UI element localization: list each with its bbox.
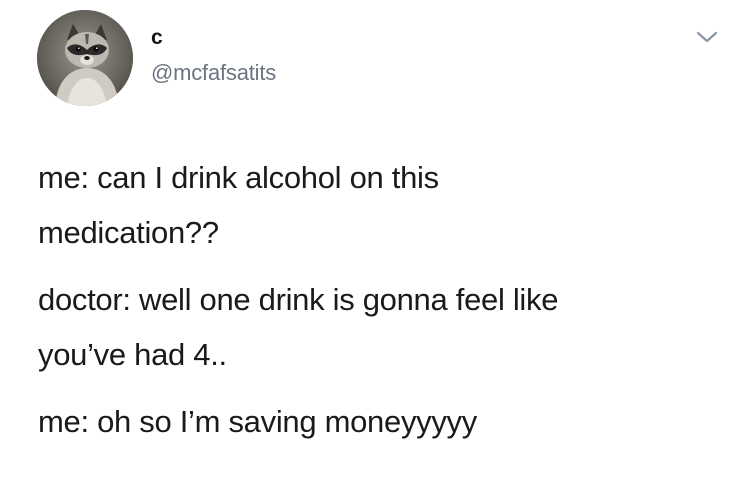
user-handle[interactable]: @mcfafsatits xyxy=(151,60,276,86)
tweet-line: medication?? xyxy=(38,215,219,250)
tweet-paragraph: me: oh so I’m saving moneyyyyy xyxy=(38,394,728,449)
tweet-paragraph: me: can I drink alcohol on this medicati… xyxy=(38,150,728,260)
chevron-down-icon[interactable] xyxy=(693,26,721,48)
tweet-paragraph: doctor: well one drink is gonna feel lik… xyxy=(38,272,728,382)
tweet-card: c @mcfafsatits me: can I drink alcohol o… xyxy=(0,0,750,496)
raccoon-avatar-icon xyxy=(37,10,133,106)
display-name[interactable]: c xyxy=(151,26,163,50)
tweet-line: me: can I drink alcohol on this xyxy=(38,160,439,195)
tweet-text: me: can I drink alcohol on this medicati… xyxy=(38,150,728,449)
tweet-line: me: oh so I’m saving moneyyyyy xyxy=(38,404,477,439)
avatar[interactable] xyxy=(37,10,133,106)
tweet-line: you’ve had 4.. xyxy=(38,337,227,372)
tweet-line: doctor: well one drink is gonna feel lik… xyxy=(38,282,559,317)
